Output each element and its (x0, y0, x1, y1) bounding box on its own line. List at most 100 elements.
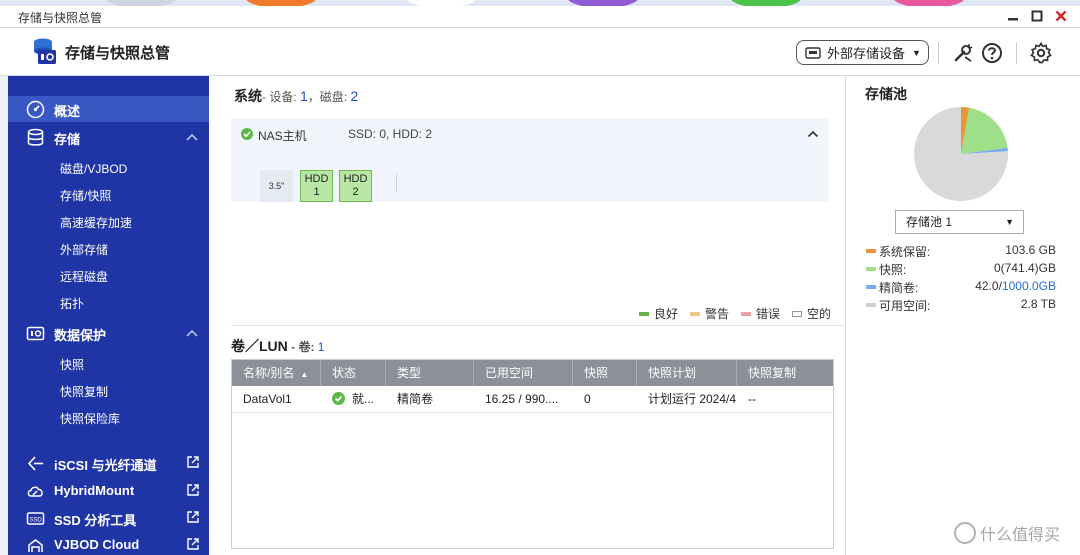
drive-bay-size: 3.5" (260, 170, 293, 202)
column-header-used-space[interactable]: 已用空间 (474, 360, 573, 386)
section-divider (231, 325, 845, 326)
stat-value: 2.8 TB (1020, 297, 1056, 311)
nas-host-panel: NAS主机 SSD: 0, HDD: 2 3.5" HDD 1 HDD 2 (231, 118, 829, 202)
header-divider (938, 42, 939, 64)
column-header-status[interactable]: 状态 (321, 360, 386, 386)
volume-count-label: - 卷: (287, 340, 318, 354)
sidebar-item-snapshot-replica[interactable]: 快照复制 (60, 383, 108, 400)
dashboard-gauge-icon (26, 100, 45, 119)
status-ok-icon (241, 128, 253, 140)
external-link-icon (187, 484, 199, 496)
sidebar-item-remote-disk[interactable]: 远程磁盘 (60, 268, 108, 285)
legend-swatch (741, 311, 751, 316)
legend-good: 良好 (639, 305, 678, 322)
column-header-type[interactable]: 类型 (386, 360, 474, 386)
legend-empty: 空的 (792, 305, 831, 322)
gear-icon[interactable] (1030, 42, 1052, 64)
maximize-button[interactable] (1030, 9, 1044, 23)
legend-label: 良好 (654, 307, 679, 321)
sidebar-section-storage[interactable]: 存储 (8, 124, 209, 150)
cell-snapshot-replica: -- (748, 392, 756, 406)
system-title: 系统 (234, 88, 262, 104)
legend-swatch (792, 310, 802, 317)
disks-count: 2 (350, 88, 359, 104)
iscsi-icon (27, 456, 43, 471)
maximize-icon (1031, 10, 1043, 22)
status-text: 就... (352, 392, 375, 406)
sidebar-link-hybridmount[interactable]: HybridMount (8, 478, 209, 504)
sidebar: 概述 存储 磁盘/VJBOD 存储/快照 高速缓存加速 外部存储 远程磁盘 拓扑… (8, 76, 209, 555)
external-link-icon (187, 538, 199, 550)
stat-system-reserved: 系统保留: 103.6 GB (866, 243, 1056, 259)
ssd-icon: SSD (26, 512, 45, 525)
disks-label: ，磁盘: (307, 90, 351, 104)
close-button[interactable] (1054, 9, 1068, 23)
sidebar-item-topology[interactable]: 拓扑 (60, 295, 84, 312)
table-row[interactable]: DataVol1 就... 精简卷 16.25 / 990.... 0 计划运行… (232, 386, 833, 413)
bay-divider (396, 173, 397, 193)
sidebar-item-cache-acceleration[interactable]: 高速缓存加速 (60, 214, 132, 231)
stat-key: 可用空间: (879, 299, 931, 313)
legend-error: 错误 (741, 305, 780, 322)
sidebar-item-snapshot-vault[interactable]: 快照保险库 (60, 410, 120, 427)
sidebar-link-label: HybridMount (54, 483, 135, 498)
legend-label: 空的 (807, 307, 832, 321)
cell-snapshots: 0 (584, 392, 591, 406)
legend-swatch (690, 311, 700, 316)
sidebar-item-overview[interactable]: 概述 (8, 96, 209, 122)
disk-slot-2[interactable]: HDD 2 (339, 170, 372, 202)
column-header-snapshots[interactable]: 快照 (573, 360, 637, 386)
sidebar-item-storage-snapshots[interactable]: 存储/快照 (60, 187, 111, 204)
database-icon (27, 128, 44, 146)
disk-slot-1[interactable]: HDD 1 (300, 170, 333, 202)
legend-swatch (639, 311, 649, 316)
devices-label: - 设备: (262, 90, 300, 104)
volume-lun-heading: 卷／LUN - 卷: 1 (231, 336, 324, 356)
pool-select[interactable]: 存储池 1 ▼ (895, 210, 1024, 234)
nas-disk-summary: SSD: 0, HDD: 2 (348, 127, 433, 141)
sidebar-link-iscsi-fc[interactable]: iSCSI 与光纤通道 (8, 450, 209, 476)
main-content: 系统- 设备: 1 ，磁盘: 2 NAS主机 SSD: 0, HDD: 2 3.5… (209, 76, 845, 555)
minimize-icon (1008, 18, 1018, 21)
cell-name: DataVol1 (243, 392, 292, 406)
external-storage-label: 外部存储设备 (827, 46, 906, 61)
data-protection-icon (26, 326, 45, 341)
help-icon[interactable] (981, 42, 1003, 64)
cell-status: 就... (321, 386, 386, 413)
legend-swatch (866, 285, 876, 289)
cell-type: 精简卷 (397, 392, 434, 406)
column-header-snapshot-replica[interactable]: 快照复制 (737, 360, 833, 386)
sidebar-link-label: SSD 分析工具 (54, 513, 137, 528)
sidebar-item-snapshots[interactable]: 快照 (60, 356, 84, 373)
stat-value: 0(741.4)GB (993, 261, 1056, 275)
sidebar-link-vjbod-cloud[interactable]: VJBOD Cloud (8, 532, 209, 555)
sidebar-link-label: iSCSI 与光纤通道 (54, 458, 157, 473)
sidebar-item-external-storage[interactable]: 外部存储 (60, 241, 108, 258)
minimize-button[interactable] (1006, 9, 1020, 23)
sidebar-item-disks-vjbod[interactable]: 磁盘/VJBOD (60, 160, 127, 177)
chevron-up-icon[interactable] (807, 128, 819, 140)
external-storage-button[interactable]: 外部存储设备 ▼ (796, 40, 929, 65)
stat-key: 系统保留: (879, 245, 931, 259)
sidebar-section-data-protection[interactable]: 数据保护 (8, 320, 209, 346)
volume-lun-title: 卷／LUN (231, 338, 288, 354)
stat-key: 快照: (879, 263, 907, 277)
sidebar-link-ssd-profiling[interactable]: SSD SSD 分析工具 (8, 505, 209, 531)
sidebar-item-label: 概述 (54, 104, 81, 119)
legend-swatch (866, 303, 876, 307)
sort-ascending-icon: ▲ (300, 370, 309, 379)
chevron-down-icon: ▼ (912, 47, 921, 58)
disk-type: HDD (343, 173, 368, 185)
window-title: 存储与快照总管 (18, 11, 103, 25)
chevron-up-icon[interactable] (185, 326, 199, 340)
chevron-up-icon[interactable] (185, 130, 199, 144)
diagnostic-tool-icon[interactable] (952, 42, 974, 64)
legend-label: 错误 (756, 307, 781, 321)
vjbod-cloud-icon (28, 539, 43, 552)
app-title: 存储与快照总管 (65, 45, 171, 62)
sidebar-link-label: VJBOD Cloud (54, 537, 140, 552)
column-header-name[interactable]: 名称/别名 ▲ (232, 360, 321, 386)
column-header-snapshot-schedule[interactable]: 快照计划 (637, 360, 737, 386)
legend-swatch (866, 267, 876, 271)
disk-number: 1 (313, 186, 320, 198)
